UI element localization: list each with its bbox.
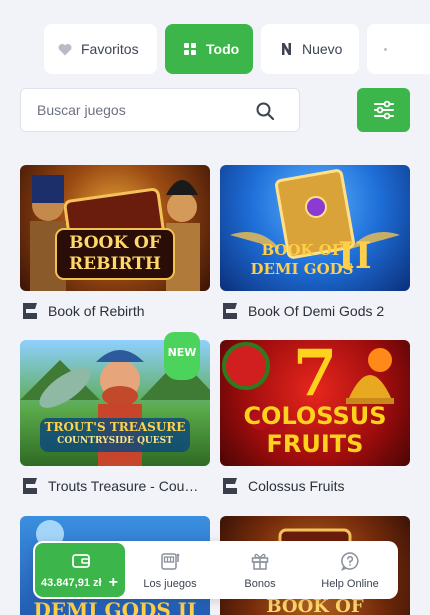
- art-numeral: 7: [292, 340, 338, 411]
- art-title-line2: REBIRTH: [69, 254, 161, 274]
- wallet-icon: [72, 554, 90, 568]
- art-title-line2: DEMI GODS: [250, 260, 354, 278]
- nav-help-online[interactable]: Help Online: [305, 541, 395, 599]
- art-title-line2: COUNTRYSIDE QUEST: [57, 436, 173, 446]
- game-thumbnail[interactable]: TROUT'S TREASURE COUNTRYSIDE QUEST NEW: [20, 332, 210, 466]
- game-name: Colossus Fruits: [248, 478, 345, 494]
- search-input[interactable]: [21, 89, 251, 131]
- game-name: Book Of Demi Gods 2: [248, 303, 385, 319]
- gift-icon: [251, 553, 269, 570]
- tab-new[interactable]: Nuevo: [261, 24, 359, 74]
- art-title-line1: COLOSSUS: [243, 402, 387, 430]
- sliders-icon: [373, 100, 394, 120]
- art-title-line1: TROUT'S TREASURE: [44, 420, 186, 434]
- game-card-trouts-treasure[interactable]: TROUT'S TREASURE COUNTRYSIDE QUEST NEW T…: [20, 332, 210, 496]
- tab-label: Nuevo: [302, 41, 343, 57]
- game-thumbnail[interactable]: BOOK OF REBIRTH: [20, 165, 210, 291]
- grid-icon: [183, 42, 197, 56]
- game-thumbnail[interactable]: 7 COLOSSUS FRUITS: [220, 340, 410, 466]
- help-icon: [340, 552, 359, 571]
- nav-label: Help Online: [321, 578, 379, 590]
- nav-label: Bonos: [244, 578, 276, 590]
- new-badge-label: NEW: [167, 346, 197, 359]
- game-card-colossus-fruits[interactable]: 7 COLOSSUS FRUITS Colossus Fruits: [220, 340, 410, 496]
- provider-icon: [223, 478, 237, 494]
- tab-more[interactable]: [367, 24, 430, 74]
- tab-more-dot: [384, 48, 387, 51]
- wallet-button[interactable]: 43.847,91 zł +: [35, 543, 125, 597]
- deposit-plus-icon[interactable]: +: [109, 574, 118, 592]
- provider-icon: [23, 478, 37, 494]
- tab-favorites[interactable]: Favoritos: [44, 24, 157, 74]
- provider-icon: [23, 303, 37, 319]
- search-box: [20, 88, 300, 132]
- game-card-book-of-rebirth[interactable]: BOOK OF REBIRTH Book of Rebirth: [20, 165, 210, 321]
- tab-all[interactable]: Todo: [165, 24, 253, 74]
- game-name: Trouts Treasure - Countryside Quest: [48, 478, 206, 494]
- tab-label: Todo: [206, 41, 240, 57]
- art-numeral: II: [338, 235, 372, 277]
- tab-label: Favoritos: [81, 41, 139, 57]
- art-title-line2: FRUITS: [266, 430, 364, 458]
- slot-machine-icon: [161, 553, 180, 570]
- art-title-line1: BOOK OF: [69, 233, 161, 253]
- art-title: DEMI GODS II: [33, 598, 197, 615]
- nav-label: Los juegos: [143, 578, 197, 590]
- nav-games[interactable]: Los juegos: [125, 541, 215, 599]
- new-n-icon: [279, 42, 293, 56]
- art-title-line1: BOOK OF: [261, 241, 343, 259]
- heart-icon: [58, 42, 72, 56]
- provider-icon: [223, 303, 237, 319]
- game-thumbnail[interactable]: BOOK OF DEMI GODS II: [220, 165, 410, 291]
- game-name: Book of Rebirth: [48, 303, 145, 319]
- search-icon[interactable]: [255, 101, 275, 121]
- game-card-book-of-demi-gods-2[interactable]: BOOK OF DEMI GODS II Book Of Demi Gods 2: [220, 165, 410, 321]
- bottom-nav: 43.847,91 zł + Los juegos Bonos Help Onl…: [33, 541, 398, 599]
- category-tabs: Favoritos Todo Nuevo: [44, 24, 430, 74]
- filter-button[interactable]: [357, 88, 410, 132]
- balance-amount: 43.847,91 zł: [41, 577, 102, 589]
- new-badge: NEW: [164, 332, 200, 380]
- nav-bonuses[interactable]: Bonos: [215, 541, 305, 599]
